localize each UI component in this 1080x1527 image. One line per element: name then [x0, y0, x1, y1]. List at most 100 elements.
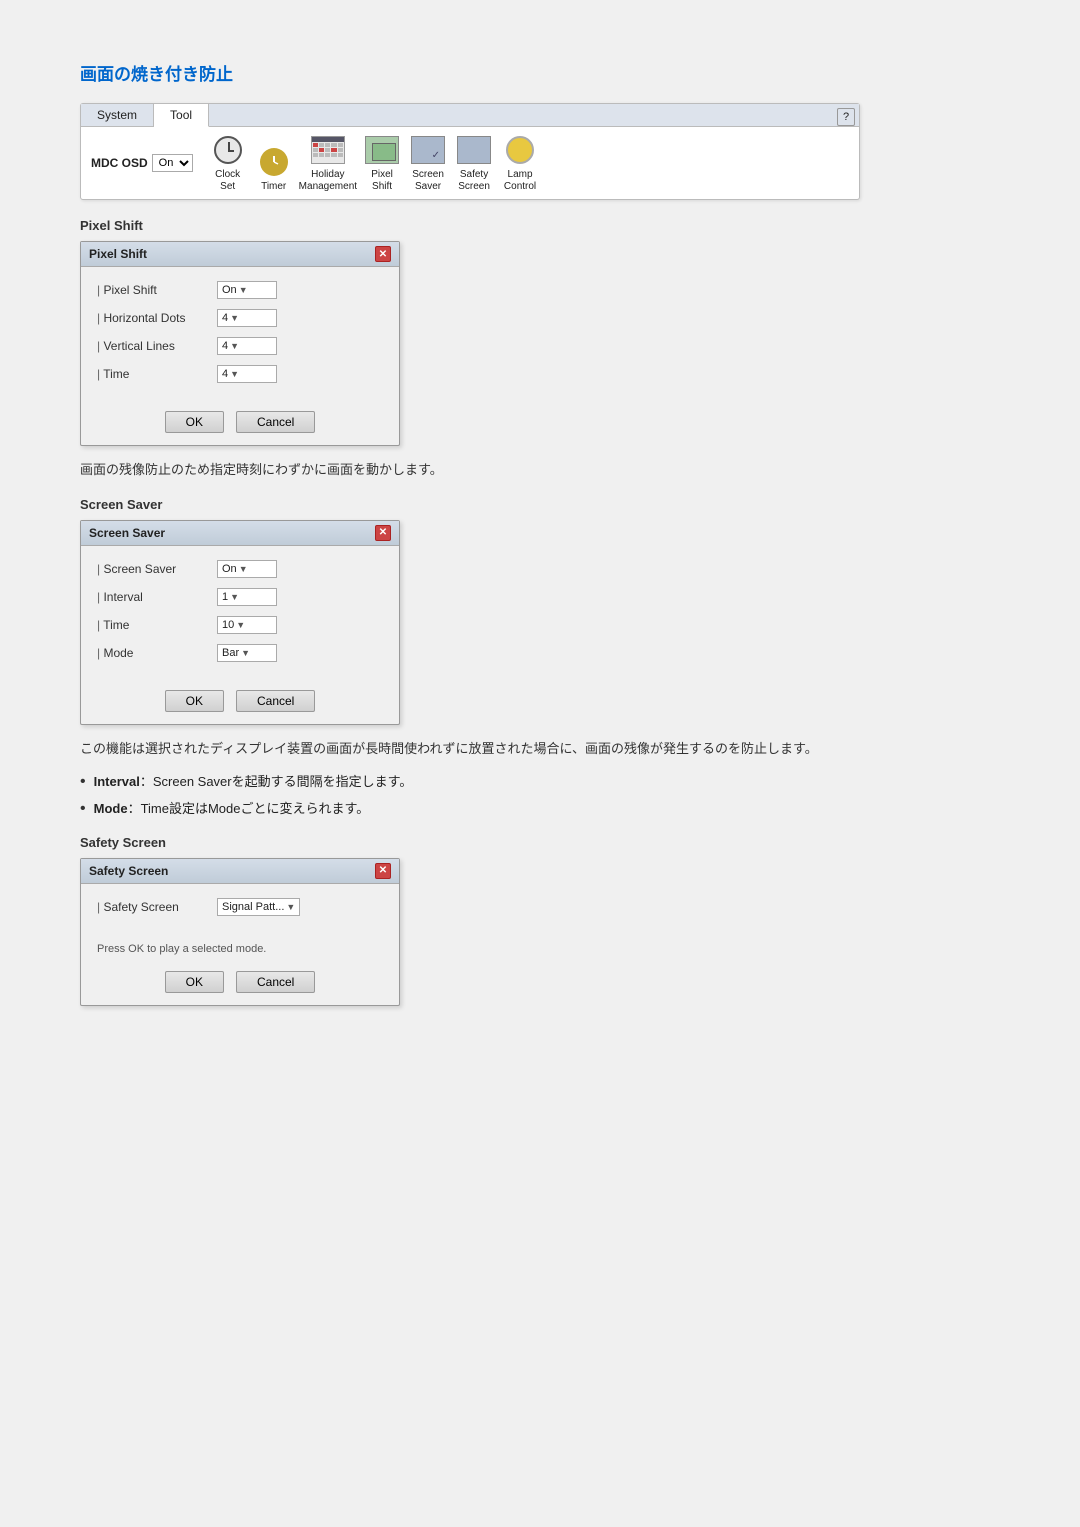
bullet-dot-1: •	[80, 799, 86, 819]
bullet-rest-0: ：Screen Saverを起動する間隔を指定します。	[140, 774, 412, 789]
pixel-shift-label: PixelShift	[371, 169, 393, 193]
safety-screen-dialog: Safety Screen ✕ Safety Screen Signal Pat…	[80, 858, 400, 1006]
toolbar-icons: ClockSet Timer	[207, 133, 541, 193]
safety-screen-cancel-button[interactable]: Cancel	[236, 971, 315, 993]
pixel-shift-row-2-select[interactable]: 4 ▼	[217, 337, 277, 355]
clock-icon	[214, 136, 242, 164]
screen-saver-row-1-select[interactable]: 1 ▼	[217, 588, 277, 606]
screen-saver-row-0-arrow: ▼	[239, 564, 248, 574]
mdc-osd-select[interactable]: On Off	[152, 154, 193, 172]
screen-saver-dialog-title: Screen Saver	[89, 526, 165, 540]
timer-icon	[260, 148, 288, 176]
screen-saver-row-2-value: 10	[222, 619, 234, 631]
screen-saver-bullets: • Interval：Screen Saverを起動する間隔を指定します。 • …	[80, 772, 1000, 819]
pixel-shift-ok-button[interactable]: OK	[165, 411, 224, 433]
bullet-bold-1: Mode	[94, 801, 128, 816]
toolbar-icon-holiday[interactable]: HolidayManagement	[299, 133, 357, 193]
toolbar-icon-clock-set[interactable]: ClockSet	[207, 133, 249, 193]
toolbar-icon-pixel-shift[interactable]: PixelShift	[361, 133, 403, 193]
pixel-shift-cancel-button[interactable]: Cancel	[236, 411, 315, 433]
safety-screen-dialog-footer: OK Cancel	[81, 963, 399, 1005]
pixel-shift-row-3: Time 4 ▼	[97, 365, 383, 383]
screen-saver-row-0: Screen Saver On ▼	[97, 560, 383, 578]
screen-saver-description: この機能は選択されたディスプレイ装置の画面が長時間使われずに放置された場合に、画…	[80, 739, 1000, 760]
screen-saver-close-button[interactable]: ✕	[375, 525, 391, 541]
toolbar-body: MDC OSD On Off ClockSet	[81, 127, 859, 199]
screen-saver-row-1-value: 1	[222, 591, 228, 603]
page-title: 画面の焼き付き防止	[80, 60, 1000, 85]
safety-screen-row-0-arrow: ▼	[286, 902, 295, 912]
pixel-shift-row-1-select[interactable]: 4 ▼	[217, 309, 277, 327]
toolbar: System Tool ? MDC OSD On Off ClockSet	[80, 103, 860, 200]
screen-saver-icon-img	[410, 133, 446, 167]
screen-saver-dialog: Screen Saver ✕ Screen Saver On ▼ Interva…	[80, 520, 400, 725]
pixel-shift-row-1: Horizontal Dots 4 ▼	[97, 309, 383, 327]
pixel-shift-row-2-label: Vertical Lines	[97, 339, 217, 353]
screen-saver-row-3-value: Bar	[222, 647, 239, 659]
safety-screen-row-0: Safety Screen Signal Patt... ▼	[97, 898, 383, 916]
toolbar-icon-safety-screen[interactable]: SafetyScreen	[453, 133, 495, 193]
pixel-shift-dialog-body: Pixel Shift On ▼ Horizontal Dots 4 ▼ Ver…	[81, 267, 399, 403]
pixel-shift-row-3-arrow: ▼	[230, 369, 239, 379]
screen-saver-row-3: Mode Bar ▼	[97, 644, 383, 662]
bullet-text-1: Mode：Time設定はModeごとに変えられます。	[94, 799, 1000, 819]
lamp-control-icon-img	[502, 133, 538, 167]
bullet-rest-1: ：Time設定はModeごとに変えられます。	[128, 801, 370, 816]
pixel-shift-row-0-arrow: ▼	[239, 285, 248, 295]
pixel-shift-row-1-value: 4	[222, 312, 228, 324]
screen-saver-label: ScreenSaver	[412, 169, 444, 193]
pixel-shift-row-0: Pixel Shift On ▼	[97, 281, 383, 299]
tab-system[interactable]: System	[81, 104, 154, 126]
safety-screen-row-0-select[interactable]: Signal Patt... ▼	[217, 898, 300, 916]
help-button[interactable]: ?	[837, 108, 855, 126]
screen-saver-row-1-label: Interval	[97, 590, 217, 604]
pixel-shift-row-0-select[interactable]: On ▼	[217, 281, 277, 299]
pixel-shift-row-2-value: 4	[222, 340, 228, 352]
screen-saver-dialog-footer: OK Cancel	[81, 682, 399, 724]
screen-saver-row-2-arrow: ▼	[236, 620, 245, 630]
pixel-shift-row-1-label: Horizontal Dots	[97, 311, 217, 325]
pixel-shift-dialog-title: Pixel Shift	[89, 247, 147, 261]
safety-screen-row-0-label: Safety Screen	[97, 900, 217, 914]
safety-screen-dialog-title-bar: Safety Screen ✕	[81, 859, 399, 884]
clock-set-label: ClockSet	[215, 169, 240, 193]
screen-saver-row-3-label: Mode	[97, 646, 217, 660]
pixel-shift-dialog-title-bar: Pixel Shift ✕	[81, 242, 399, 267]
safety-screen-note: Press OK to play a selected mode.	[81, 936, 399, 963]
pixel-shift-row-1-arrow: ▼	[230, 313, 239, 323]
safety-screen-label: SafetyScreen	[458, 169, 490, 193]
holiday-label: HolidayManagement	[299, 169, 357, 193]
safety-screen-ok-button[interactable]: OK	[165, 971, 224, 993]
holiday-icon-img	[310, 133, 346, 167]
pixel-shift-row-3-value: 4	[222, 368, 228, 380]
tab-tool[interactable]: Tool	[154, 104, 209, 127]
screen-saver-row-3-select[interactable]: Bar ▼	[217, 644, 277, 662]
holiday-icon	[311, 136, 345, 164]
pixel-shift-row-0-value: On	[222, 284, 237, 296]
safety-screen-close-button[interactable]: ✕	[375, 863, 391, 879]
screen-saver-row-0-select[interactable]: On ▼	[217, 560, 277, 578]
screen-saver-row-2-select[interactable]: 10 ▼	[217, 616, 277, 634]
screen-saver-ok-button[interactable]: OK	[165, 690, 224, 712]
screen-saver-icon	[411, 136, 445, 164]
pixel-shift-row-2-arrow: ▼	[230, 341, 239, 351]
toolbar-icon-timer[interactable]: Timer	[253, 145, 295, 193]
safety-screen-row-0-value: Signal Patt...	[222, 901, 284, 913]
bullet-item-mode: • Mode：Time設定はModeごとに変えられます。	[80, 799, 1000, 819]
lamp-control-label: LampControl	[504, 169, 536, 193]
mdc-osd-control: MDC OSD On Off	[91, 154, 193, 172]
safety-screen-dialog-title: Safety Screen	[89, 864, 168, 878]
bullet-bold-0: Interval	[94, 774, 140, 789]
mdc-osd-label: MDC OSD	[91, 156, 148, 170]
safety-screen-icon-img	[456, 133, 492, 167]
pixel-shift-close-button[interactable]: ✕	[375, 246, 391, 262]
pixel-shift-row-0-label: Pixel Shift	[97, 283, 217, 297]
screen-saver-section-header: Screen Saver	[80, 497, 1000, 512]
bullet-dot-0: •	[80, 772, 86, 792]
screen-saver-row-0-label: Screen Saver	[97, 562, 217, 576]
pixel-shift-description: 画面の残像防止のため指定時刻にわずかに画面を動かします。	[80, 460, 1000, 481]
screen-saver-cancel-button[interactable]: Cancel	[236, 690, 315, 712]
pixel-shift-row-3-select[interactable]: 4 ▼	[217, 365, 277, 383]
toolbar-icon-lamp-control[interactable]: LampControl	[499, 133, 541, 193]
toolbar-icon-screen-saver[interactable]: ScreenSaver	[407, 133, 449, 193]
